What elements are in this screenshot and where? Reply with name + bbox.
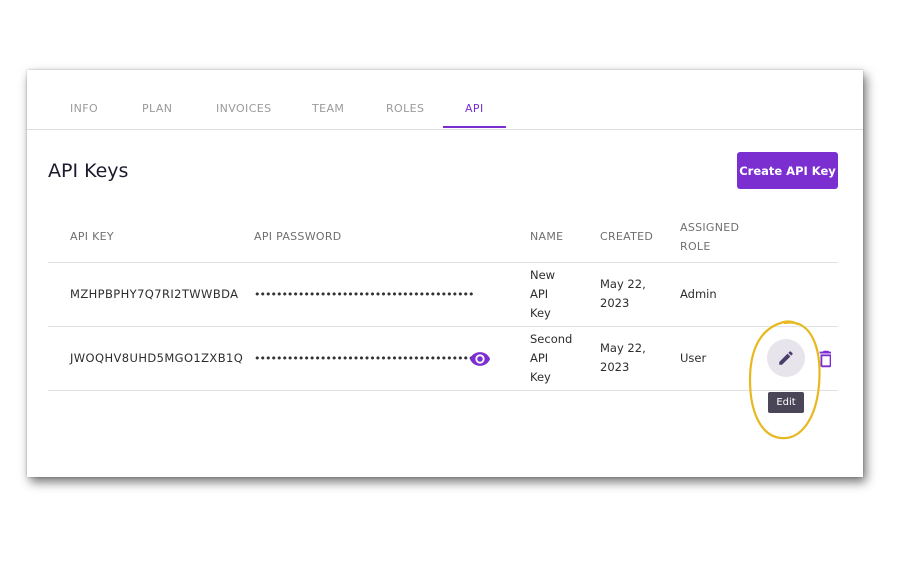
active-tab-indicator [443,126,506,128]
tab-team[interactable]: TEAM [312,102,344,115]
api-password-mask: •••••••••••••••••••••••••••••••••••••••• [254,352,475,365]
tab-invoices[interactable]: INVOICES [216,102,272,115]
edit-button[interactable] [767,339,805,377]
column-header-name: NAME [530,230,564,243]
api-password-mask: •••••••••••••••••••••••••••••••••••••••• [254,288,475,301]
tab-api[interactable]: API [465,102,484,115]
column-header-created: CREATED [600,230,654,243]
column-header-assigned-role: ASSIGNED ROLE [680,221,740,253]
table-divider [48,326,838,327]
name-cell: New API Key [530,268,556,320]
settings-card: INFO PLAN INVOICES TEAM ROLES API API Ke… [27,70,863,477]
tab-info[interactable]: INFO [70,102,98,115]
pencil-icon [779,351,793,365]
create-api-key-button[interactable]: Create API Key [737,152,838,189]
api-key-cell: JWOQHV8UHD5MGO1ZXB1Q [70,351,244,365]
table-divider [48,262,838,263]
api-key-cell: MZHPBPHY7Q7RI2TWWBDA [70,287,239,301]
tab-plan[interactable]: PLAN [142,102,172,115]
column-header-api-key: API KEY [70,230,114,243]
table-divider [48,390,838,391]
trash-icon[interactable] [815,348,831,370]
page-title: API Keys [48,160,129,182]
tab-bar: INFO PLAN INVOICES TEAM ROLES API [27,70,863,130]
tab-roles[interactable]: ROLES [386,102,424,115]
created-cell: May 22, 2023 [600,341,646,374]
edit-tooltip: Edit [768,392,804,413]
created-cell: May 22, 2023 [600,277,646,310]
role-cell: User [680,351,707,365]
column-header-api-password: API PASSWORD [254,230,342,243]
eye-icon[interactable] [469,348,491,370]
name-cell: Second API Key [530,332,573,384]
role-cell: Admin [680,287,717,301]
